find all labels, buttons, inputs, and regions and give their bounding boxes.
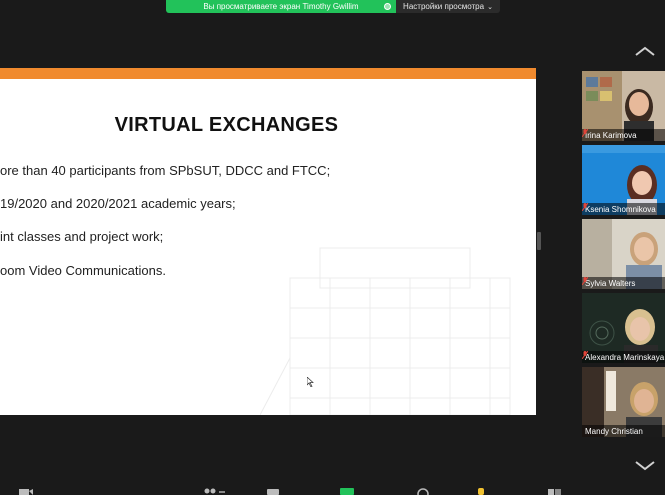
slide-bullet: 19/2020 and 2020/2021 academic years; [0,196,236,211]
meeting-toolbar [0,486,665,495]
participant-name: Sylvia Walters [585,278,636,288]
participant-gallery: Irina Karimova Ksenia Shomnikova Sylvia … [582,71,665,441]
record-icon[interactable] [416,486,430,495]
participant-name-tag: Irina Karimova [582,129,665,141]
participant-name-tag: Ksenia Shomnikova [582,203,665,215]
apps-icon[interactable] [546,486,562,495]
mic-muted-icon [582,129,588,137]
participant-tile[interactable]: Irina Karimova [582,71,665,141]
slide-header-band [0,68,536,79]
participant-name: Alexandra Marinskaya [585,352,665,362]
participant-name: Mandy Christian [585,426,643,436]
chevron-down-icon: ⌄ [487,3,493,11]
participant-name: Ksenia Shomnikova [585,204,656,214]
chat-icon[interactable] [266,486,280,495]
view-options-button[interactable]: Настройки просмотра ⌄ [396,0,500,13]
participant-name-tag: Sylvia Walters [582,277,665,289]
participant-name-tag: Alexandra Marinskaya [582,351,665,363]
video-icon[interactable] [18,486,34,495]
slide-bullet: oom Video Communications. [0,263,166,278]
participant-tile[interactable]: Sylvia Walters [582,219,665,289]
participant-name: Irina Karimova [585,130,637,140]
mic-muted-icon [582,277,588,285]
share-status-icon [384,3,391,10]
mouse-pointer-icon [307,377,314,387]
share-screen-icon[interactable] [339,486,355,495]
viewing-share-indicator: Вы просматриваете экран Timothy Gwillim [166,0,396,13]
mic-muted-icon [582,203,588,211]
mic-muted-icon [582,351,588,359]
participant-name-tag: Mandy Christian [582,425,665,437]
slide-title: VIRTUAL EXCHANGES [114,114,339,136]
participant-tile-active-speaker[interactable]: Mandy Christian [582,367,665,437]
screen-share-banner: Вы просматриваете экран Timothy Gwillim … [166,0,500,13]
building-watermark [260,247,511,415]
reactions-icon[interactable] [474,486,488,495]
chevron-up-icon[interactable] [633,44,657,58]
view-options-label: Настройки просмотра [403,2,485,11]
slide-bullet: ore than 40 participants from SPbSUT, DD… [0,163,331,178]
splitter-handle[interactable] [537,232,541,250]
slide-bullet: int classes and project work; [0,229,164,244]
chevron-down-icon[interactable] [633,459,657,473]
participant-tile[interactable]: Alexandra Marinskaya [582,293,665,363]
shared-screen-slide: VIRTUAL EXCHANGES ore than 40 participan… [0,68,536,415]
zoom-meeting-window: Вы просматриваете экран Timothy Gwillim … [0,0,665,495]
viewing-share-text: Вы просматриваете экран Timothy Gwillim [203,2,359,11]
participant-tile[interactable]: Ksenia Shomnikova [582,145,665,215]
participants-icon[interactable] [202,486,226,495]
